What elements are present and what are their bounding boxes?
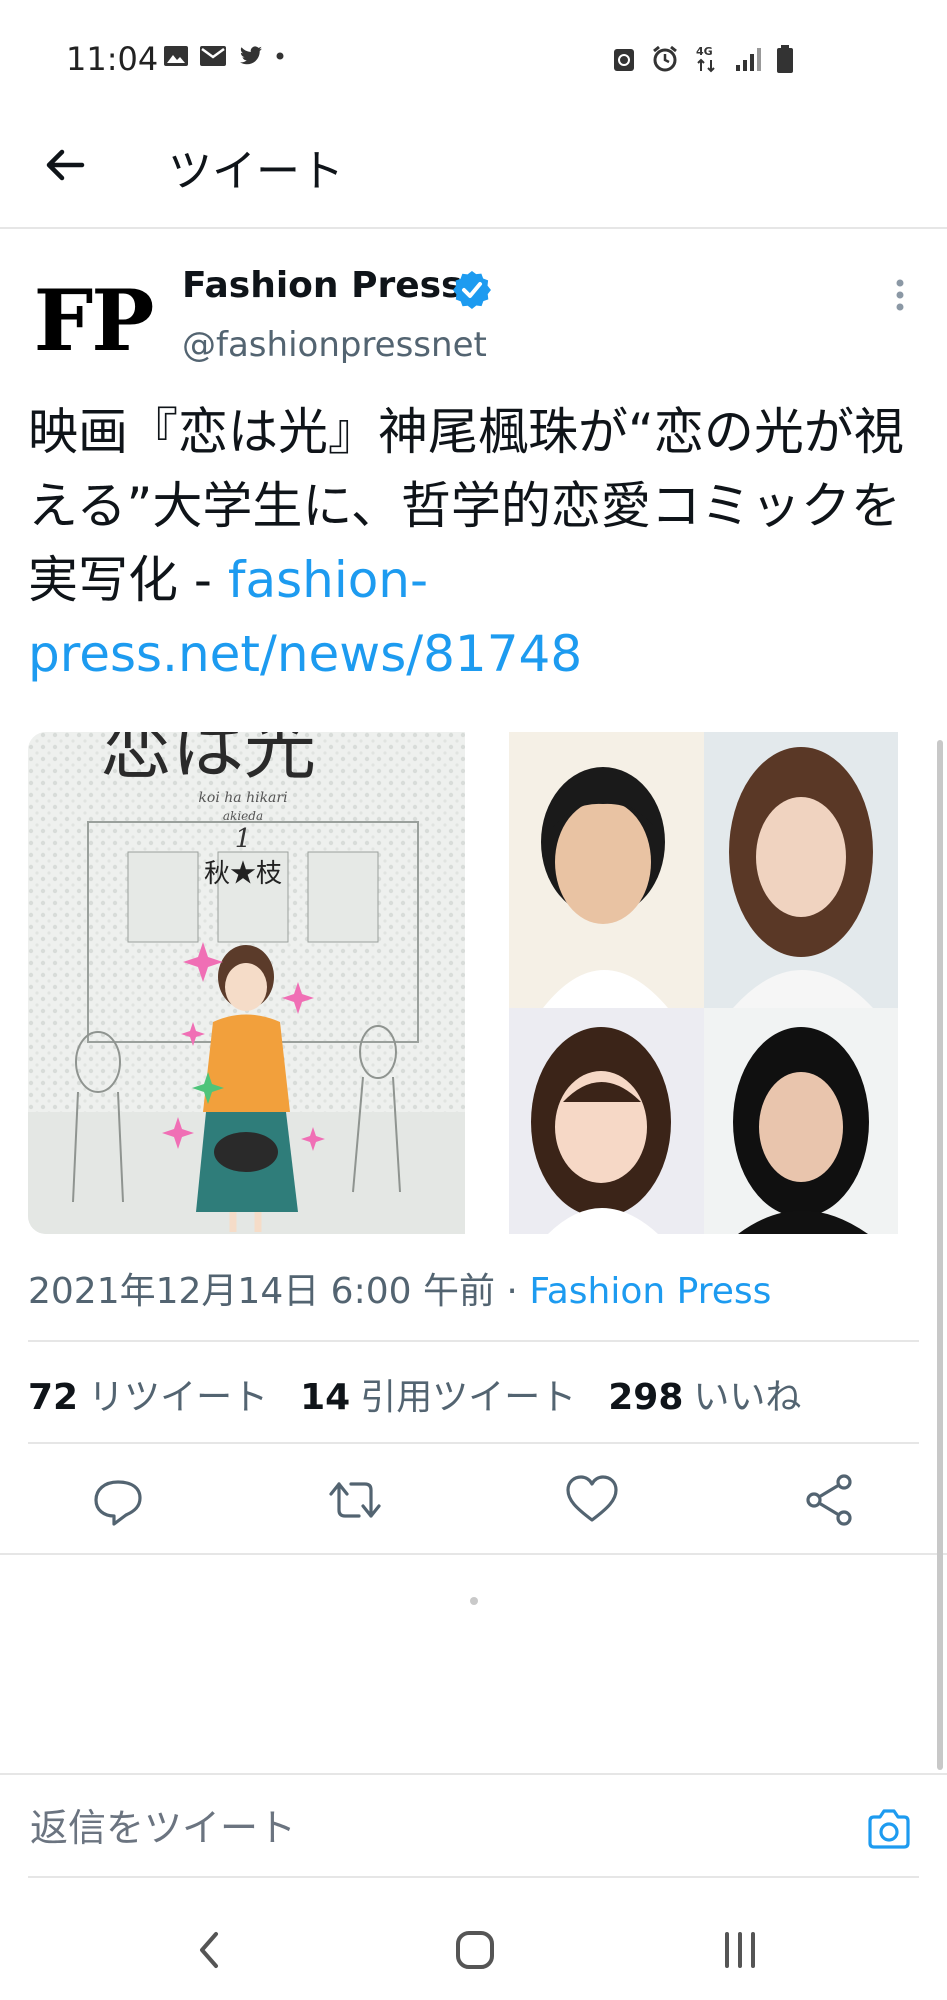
network-4g-icon: 4G (696, 45, 715, 73)
more-icon[interactable] (880, 275, 920, 315)
divider (0, 1553, 947, 1555)
alarm-icon (653, 45, 677, 72)
cast-photo-grid (509, 732, 898, 1234)
retweet-count: 72 (28, 1377, 79, 1418)
loading-indicator (470, 1597, 478, 1605)
svg-text:4G: 4G (696, 45, 713, 58)
tweet-stats: 72 リツイート 14 引用ツイート 298 いいね (28, 1368, 801, 1420)
tweet-meta: 2021年12月14日 6:00 午前 · Fashion Press (28, 1262, 771, 1314)
manga-cover-illustration: 恋は光 koi ha hikari akieda 1 秋★枝 (28, 732, 465, 1234)
divider (28, 1340, 919, 1342)
share-icon[interactable] (800, 1470, 860, 1530)
author-name[interactable]: Fashion Press (182, 265, 462, 306)
quote-label: 引用ツイート (360, 1377, 577, 1418)
signal-icon (736, 48, 761, 71)
divider (0, 1773, 947, 1775)
verified-badge-icon (452, 270, 491, 309)
camera-icon[interactable] (864, 1805, 914, 1855)
like-count: 298 (608, 1377, 684, 1418)
cover-romaji: koi ha hikari (198, 790, 287, 806)
system-icons: 4G (612, 44, 794, 74)
scrollbar[interactable] (937, 740, 943, 1770)
nav-back-icon[interactable] (180, 1920, 240, 1980)
reply-input[interactable] (28, 1805, 732, 1851)
reply-icon[interactable] (88, 1470, 148, 1530)
media-image-cast[interactable] (483, 732, 919, 1234)
like-label: いいね (693, 1377, 802, 1418)
nav-home-icon[interactable] (445, 1920, 505, 1980)
back-arrow-icon[interactable] (40, 140, 90, 190)
cover-author-romaji: akieda (223, 809, 263, 823)
cover-author: 秋★枝 (204, 859, 282, 889)
avatar[interactable]: FP (28, 255, 158, 385)
quote-stat[interactable]: 14 引用ツイート (300, 1368, 576, 1420)
notification-icons (163, 44, 285, 68)
author-handle[interactable]: @fashionpressnet (182, 325, 487, 365)
quote-count: 14 (300, 1377, 351, 1418)
retweet-label: リツイート (88, 1377, 269, 1418)
meta-separator: · (506, 1271, 518, 1312)
status-time: 11:04 (66, 40, 159, 78)
cover-title: 恋は光 (100, 732, 316, 789)
mail-icon (200, 46, 226, 66)
retweet-stat[interactable]: 72 リツイート (28, 1368, 268, 1420)
tweet-text: 映画『恋は光』神尾楓珠が“恋の光が視える”大学生に、哲学的恋愛コミックを実写化 … (28, 395, 918, 691)
nav-recents-icon[interactable] (710, 1920, 770, 1980)
twitter-bird-icon (240, 46, 262, 65)
header-divider (0, 227, 947, 229)
media-image-cover[interactable]: 恋は光 koi ha hikari akieda 1 秋★枝 (28, 732, 465, 1234)
cover-volume: 1 (235, 824, 252, 854)
tweet-text-body: 映画『恋は光』神尾楓珠が“恋の光が視える”大学生に、哲学的恋愛コミックを実写化 … (28, 403, 904, 609)
like-icon[interactable] (562, 1470, 622, 1530)
battery-icon (777, 45, 793, 73)
divider (28, 1442, 919, 1444)
retweet-icon[interactable] (325, 1470, 385, 1530)
divider (28, 1876, 919, 1878)
dot-icon (276, 52, 284, 60)
page-title: ツイート (168, 146, 344, 197)
sync-icon (614, 49, 634, 71)
gallery-icon (164, 46, 188, 66)
like-stat[interactable]: 298 いいね (608, 1368, 801, 1420)
timestamp[interactable]: 2021年12月14日 6:00 午前 (28, 1271, 495, 1312)
tweet-source[interactable]: Fashion Press (529, 1271, 771, 1312)
